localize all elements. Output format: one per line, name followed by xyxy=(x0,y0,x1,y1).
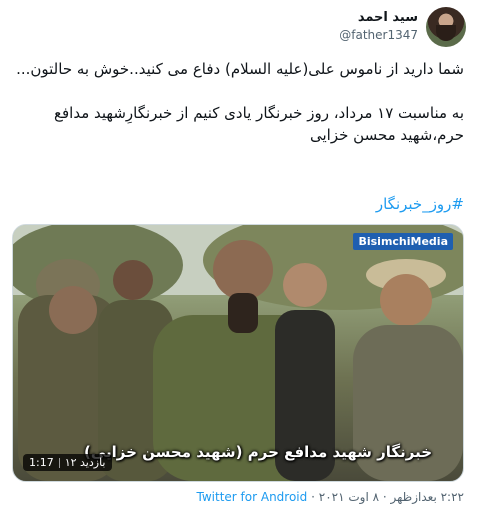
video-caption: خبرنگار شهید مدافع حرم (شهید محسن خزایی) xyxy=(83,443,433,461)
video-player[interactable]: BisimchiMedia خبرنگار شهید مدافع حرم (شه… xyxy=(12,224,464,482)
tweet-date[interactable]: ۸ اوت ۲۰۲۱ xyxy=(319,490,379,504)
hashtag-link[interactable]: #روز_خبرنگار xyxy=(376,195,464,213)
author-handle[interactable]: @father1347 xyxy=(339,28,418,42)
meta-separator-2: · xyxy=(311,490,315,504)
tweet-meta: ۲:۲۲ بعدازظهر · ۸ اوت ۲۰۲۱ · Twitter for… xyxy=(197,490,464,504)
author-name[interactable]: سید احمد xyxy=(358,10,418,25)
avatar[interactable] xyxy=(426,7,466,47)
video-views: ۱۲ بازدید xyxy=(64,456,106,469)
tweet-source[interactable]: Twitter for Android xyxy=(197,490,308,504)
video-duration-badge: 1:17 ۱۲ بازدید xyxy=(23,454,112,471)
video-watermark: BisimchiMedia xyxy=(353,233,453,250)
tweet-text: شما دارید از ناموس علی(علیه السلام) دفاع… xyxy=(14,58,464,146)
tweet-paragraph-2: به مناسبت ۱۷ مرداد، روز خبرنگار یادی کنی… xyxy=(54,104,464,144)
meta-separator-1: · xyxy=(382,490,387,504)
tweet-paragraph-1: شما دارید از ناموس علی(علیه السلام) دفاع… xyxy=(16,60,464,78)
tweet-time[interactable]: ۲:۲۲ بعدازظهر xyxy=(391,490,464,504)
tweet-card: سید احمد @father1347 شما دارید از ناموس … xyxy=(0,0,478,513)
video-duration: 1:17 xyxy=(29,456,54,469)
